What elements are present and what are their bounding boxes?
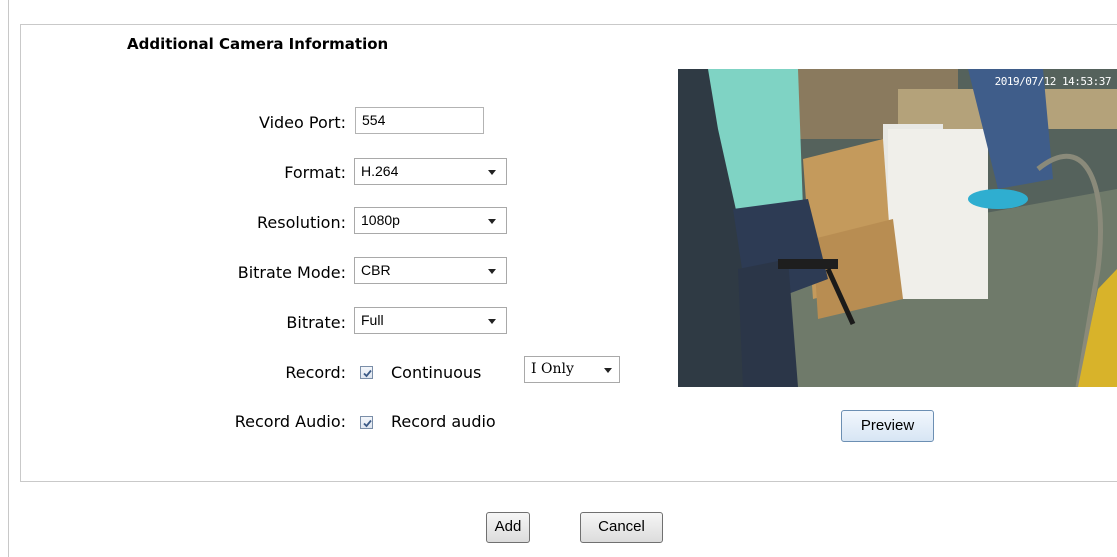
- bitrate-mode-select[interactable]: CBR: [354, 257, 507, 284]
- resolution-label: Resolution:: [257, 213, 346, 232]
- chevron-down-icon: [604, 368, 612, 373]
- record-label: Record:: [285, 363, 346, 382]
- video-port-label: Video Port:: [258, 113, 346, 132]
- resolution-select[interactable]: 1080p: [354, 207, 507, 234]
- check-icon: [363, 369, 372, 378]
- record-audio-checkbox-label[interactable]: Record audio: [391, 412, 496, 431]
- camera-preview-image: 2019/07/12 14:53:37: [678, 69, 1117, 387]
- record-audio-label: Record Audio:: [234, 412, 346, 431]
- check-icon: [363, 419, 372, 428]
- bitrate-label: Bitrate:: [286, 313, 346, 332]
- bitrate-mode-label: Bitrate Mode:: [237, 263, 346, 282]
- video-timestamp: 2019/07/12 14:53:37: [994, 75, 1112, 88]
- bitrate-select-value: Full: [361, 312, 384, 328]
- record-continuous-label[interactable]: Continuous: [391, 363, 481, 382]
- cancel-button[interactable]: Cancel: [580, 512, 663, 543]
- resolution-select-value: 1080p: [361, 212, 400, 228]
- video-port-input[interactable]: 554: [355, 107, 484, 134]
- record-frames-select[interactable]: I Only: [524, 356, 620, 383]
- format-select-value: H.264: [361, 163, 399, 179]
- chevron-down-icon: [488, 219, 496, 224]
- chevron-down-icon: [488, 269, 496, 274]
- preview-button[interactable]: Preview: [841, 410, 934, 442]
- chevron-down-icon: [488, 170, 496, 175]
- section-title: Additional Camera Information: [127, 35, 389, 53]
- bitrate-select[interactable]: Full: [354, 307, 507, 334]
- record-continuous-checkbox[interactable]: [360, 366, 373, 379]
- add-button[interactable]: Add: [486, 512, 530, 543]
- chevron-down-icon: [488, 319, 496, 324]
- record-frames-select-value: I Only: [531, 361, 574, 377]
- format-label: Format:: [284, 163, 346, 182]
- format-select[interactable]: H.264: [354, 158, 507, 185]
- left-border: [8, 0, 9, 557]
- record-audio-checkbox[interactable]: [360, 416, 373, 429]
- camera-scene-graphic: [678, 69, 1117, 387]
- bitrate-mode-select-value: CBR: [361, 262, 391, 278]
